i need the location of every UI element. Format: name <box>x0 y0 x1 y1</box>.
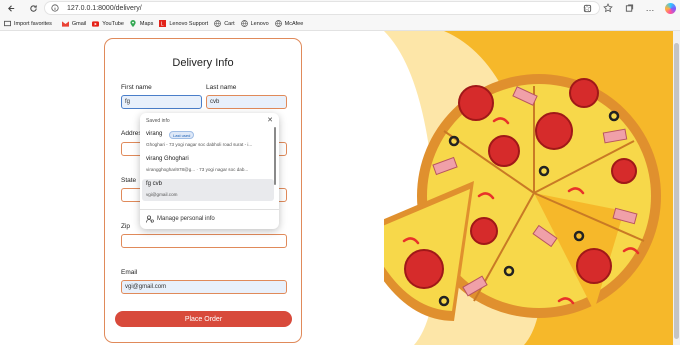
collections-icon[interactable] <box>623 2 635 14</box>
globe-icon <box>274 20 282 27</box>
last-used-badge: Last used <box>169 131 195 139</box>
bookmark-label: Maps <box>139 20 154 27</box>
favorites-icon[interactable] <box>602 2 614 14</box>
back-icon[interactable] <box>4 2 18 16</box>
last-name-label: Last name <box>206 84 237 91</box>
autofill-entry[interactable]: virang Last used Ghoghari - 73 yogi naga… <box>142 129 274 151</box>
bookmark-cart[interactable]: Cart <box>214 20 235 27</box>
autofill-entry-name: fg cvb <box>146 181 163 187</box>
bookmark-label: Lenovo <box>250 20 269 27</box>
extensions-icon[interactable] <box>581 2 593 14</box>
bookmark-label: McAfee <box>284 20 304 27</box>
close-icon[interactable]: ✕ <box>267 116 273 124</box>
url-text: 127.0.0.1:8000/delivery/ <box>67 4 142 12</box>
copilot-icon[interactable] <box>665 2 676 14</box>
bookmark-label: Import favorites <box>14 20 52 27</box>
svg-text:L: L <box>161 22 164 27</box>
bookmark-gmail[interactable]: Gmail <box>61 20 87 27</box>
autofill-header: Saved info <box>146 118 170 124</box>
import-icon <box>4 20 11 27</box>
bookmark-lenovo-support[interactable]: L Lenovo Support <box>159 20 208 27</box>
autofill-entry-detail: virangghoghari978@g... · 73 yogi nagar s… <box>146 167 249 172</box>
pizza-illustration <box>356 31 673 345</box>
page-title: Delivery Info <box>172 57 234 69</box>
more-menu-icon[interactable]: … <box>644 2 656 14</box>
email-label: Email <box>121 269 138 276</box>
autofill-entry-name: virang <box>146 131 163 137</box>
autofill-entry-name: virang Ghoghari <box>146 156 189 162</box>
gmail-icon <box>61 20 69 27</box>
email-field[interactable]: vgi@gmail.com <box>121 280 287 294</box>
bookmarks-bar: Import favorites Gmail YouTube Maps L Le… <box>0 17 680 31</box>
browser-toolbar: 127.0.0.1:8000/delivery/ ☆ … <box>0 0 680 17</box>
zip-field[interactable] <box>121 234 287 248</box>
first-name-label: First name <box>121 84 152 91</box>
site-info-icon[interactable] <box>49 2 61 14</box>
bookmark-label: YouTube <box>102 20 124 27</box>
autofill-entry[interactable]: fg cvb vgi@gmail.com <box>142 179 274 201</box>
popup-scrollbar[interactable] <box>274 127 276 185</box>
lenovo-icon: L <box>159 20 167 27</box>
bookmark-youtube[interactable]: YouTube <box>92 20 124 27</box>
bookmark-label: Lenovo Support <box>169 20 209 27</box>
maps-icon <box>130 20 137 27</box>
place-order-button[interactable]: Place Order <box>115 311 292 327</box>
personal-info-icon <box>146 215 154 223</box>
last-name-field[interactable]: cvb <box>206 95 287 109</box>
zip-label: Zip <box>121 223 131 230</box>
scrollbar-thumb[interactable] <box>674 43 679 339</box>
bookmark-label: Cart <box>224 20 235 27</box>
bookmark-maps[interactable]: Maps <box>130 20 153 27</box>
bookmark-import-favorites[interactable]: Import favorites <box>4 20 52 27</box>
autofill-entry-detail: Ghoghari - 73 yogi nagar soc dabholi roa… <box>146 142 253 147</box>
manage-personal-info-link[interactable]: Manage personal info <box>146 215 215 223</box>
autofill-popup: Saved info ✕ virang Last used Ghoghari -… <box>140 113 279 229</box>
autofill-entry-detail: vgi@gmail.com <box>146 192 178 197</box>
bookmark-lenovo[interactable]: Lenovo <box>240 20 269 27</box>
page-scrollbar[interactable] <box>673 31 680 345</box>
first-name-field[interactable]: fg <box>121 95 202 109</box>
address-bar[interactable]: 127.0.0.1:8000/delivery/ ☆ <box>44 1 600 15</box>
state-label: State <box>121 177 137 184</box>
bookmark-label: Gmail <box>71 20 87 27</box>
manage-label: Manage personal info <box>157 216 215 222</box>
globe-icon <box>240 20 248 27</box>
popup-divider <box>140 209 279 210</box>
refresh-icon[interactable] <box>26 2 40 16</box>
globe-icon <box>214 20 222 27</box>
bookmark-mcafee[interactable]: McAfee <box>274 20 304 27</box>
autofill-entry[interactable]: virang Ghoghari virangghoghari978@g... ·… <box>142 154 274 176</box>
youtube-icon <box>92 20 100 27</box>
